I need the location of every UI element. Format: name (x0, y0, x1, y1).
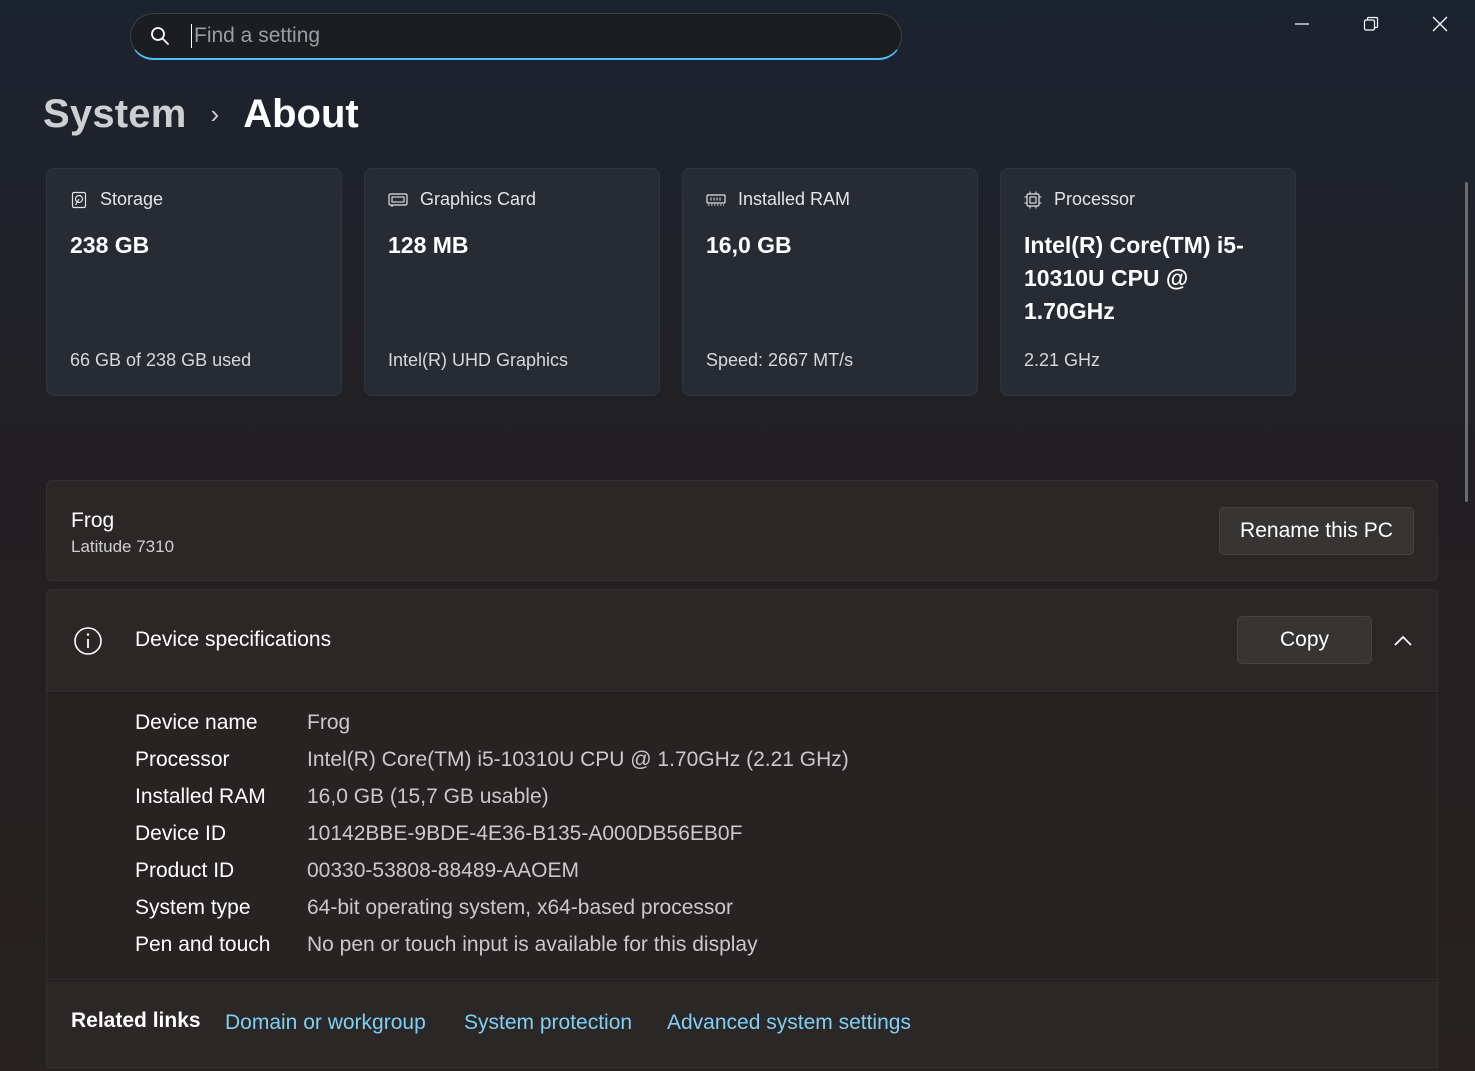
card-title: Processor (1054, 189, 1136, 209)
domain-or-workgroup-link[interactable]: Domain or workgroup (225, 1011, 426, 1035)
ram-icon (706, 193, 726, 205)
spec-row-installed-ram: Installed RAM 16,0 GB (15,7 GB usable) (135, 782, 549, 812)
card-value: 128 MB (388, 232, 469, 258)
minimize-button[interactable] (1268, 0, 1336, 48)
card-subtext: Speed: 2667 MT/s (706, 350, 854, 370)
breadcrumb: System › About (43, 86, 359, 142)
minimize-icon (1295, 23, 1309, 25)
search-input[interactable] (191, 24, 871, 48)
chevron-up-icon[interactable] (1392, 630, 1414, 657)
graphics-card-icon (388, 192, 408, 207)
rename-pc-button[interactable]: Rename this PC (1219, 507, 1414, 555)
spec-row-device-name: Device name Frog (135, 708, 350, 738)
spec-value: Frog (307, 711, 351, 734)
info-icon (73, 626, 103, 661)
card-title: Storage (100, 189, 164, 209)
graphics-card-card[interactable]: Graphics Card 128 MB Intel(R) UHD Graphi… (364, 168, 660, 396)
storage-icon (71, 191, 87, 208)
spec-value: Intel(R) Core(TM) i5-10310U CPU @ 1.70GH… (307, 748, 849, 771)
close-button[interactable] (1406, 0, 1474, 48)
spec-value: 00330-53808-88489-AAOEM (307, 859, 580, 882)
processor-card[interactable]: Processor Intel(R) Core(TM) i5-10310U CP… (1000, 168, 1296, 396)
spec-key: Device name (135, 711, 258, 734)
card-value: 16,0 GB (706, 232, 792, 258)
card-title: Installed RAM (738, 189, 851, 209)
chevron-right-icon: › (210, 98, 220, 129)
spec-value: 16,0 GB (15,7 GB usable) (307, 785, 549, 808)
spec-key: Processor (135, 748, 230, 771)
device-specifications-header[interactable]: Device specifications Copy (46, 589, 1438, 692)
advanced-system-settings-link[interactable]: Advanced system settings (667, 1011, 911, 1035)
system-protection-link[interactable]: System protection (464, 1011, 632, 1035)
card-subtext: 2.21 GHz (1024, 350, 1101, 370)
spec-row-processor: Processor Intel(R) Core(TM) i5-10310U CP… (135, 745, 849, 775)
pc-name: Frog (71, 509, 115, 532)
search-icon (149, 25, 171, 47)
pc-model: Latitude 7310 (71, 537, 175, 556)
restore-button[interactable] (1337, 0, 1405, 48)
copy-button[interactable]: Copy (1237, 616, 1372, 664)
breadcrumb-system[interactable]: System (43, 92, 187, 137)
restore-icon (1363, 16, 1379, 31)
card-title: Graphics Card (420, 189, 537, 209)
installed-ram-card[interactable]: Installed RAM 16,0 GB Speed: 2667 MT/s (682, 168, 978, 396)
spec-row-device-id: Device ID 10142BBE-9BDE-4E36-B135-A000DB… (135, 819, 742, 849)
card-value: Intel(R) Core(TM) i5-10310U CPU @ 1.70GH… (1024, 232, 1244, 324)
processor-icon (1024, 191, 1042, 208)
related-links-label: Related links (71, 1009, 201, 1032)
pc-name-panel: Frog Latitude 7310 Rename this PC (46, 480, 1438, 581)
card-subtext: Intel(R) UHD Graphics (388, 350, 569, 370)
close-icon (1432, 16, 1448, 32)
spec-key: Installed RAM (135, 785, 266, 808)
page-title: About (243, 91, 359, 136)
card-value: 238 GB (70, 232, 150, 258)
spec-row-product-id: Product ID 00330-53808-88489-AAOEM (135, 856, 579, 886)
spec-key: Pen and touch (135, 933, 271, 956)
spec-key: Device ID (135, 822, 227, 845)
card-subtext: 66 GB of 238 GB used (70, 350, 252, 370)
search-box[interactable] (130, 13, 902, 60)
storage-card[interactable]: Storage 238 GB 66 GB of 238 GB used (46, 168, 342, 396)
device-specifications-title: Device specifications (135, 628, 332, 651)
related-links-bar: Related links Domain or workgroup System… (46, 980, 1438, 1068)
spec-row-pen-and-touch: Pen and touch No pen or touch input is a… (135, 930, 758, 960)
spec-value: 10142BBE-9BDE-4E36-B135-A000DB56EB0F (307, 822, 743, 845)
spec-key: Product ID (135, 859, 235, 882)
vertical-scrollbar[interactable] (1465, 182, 1468, 502)
spec-row-system-type: System type 64-bit operating system, x64… (135, 893, 733, 923)
spec-value: No pen or touch input is available for t… (307, 933, 758, 956)
spec-value: 64-bit operating system, x64-based proce… (307, 896, 734, 919)
device-specifications-list: Device name Frog Processor Intel(R) Core… (46, 692, 1438, 980)
spec-key: System type (135, 896, 251, 919)
